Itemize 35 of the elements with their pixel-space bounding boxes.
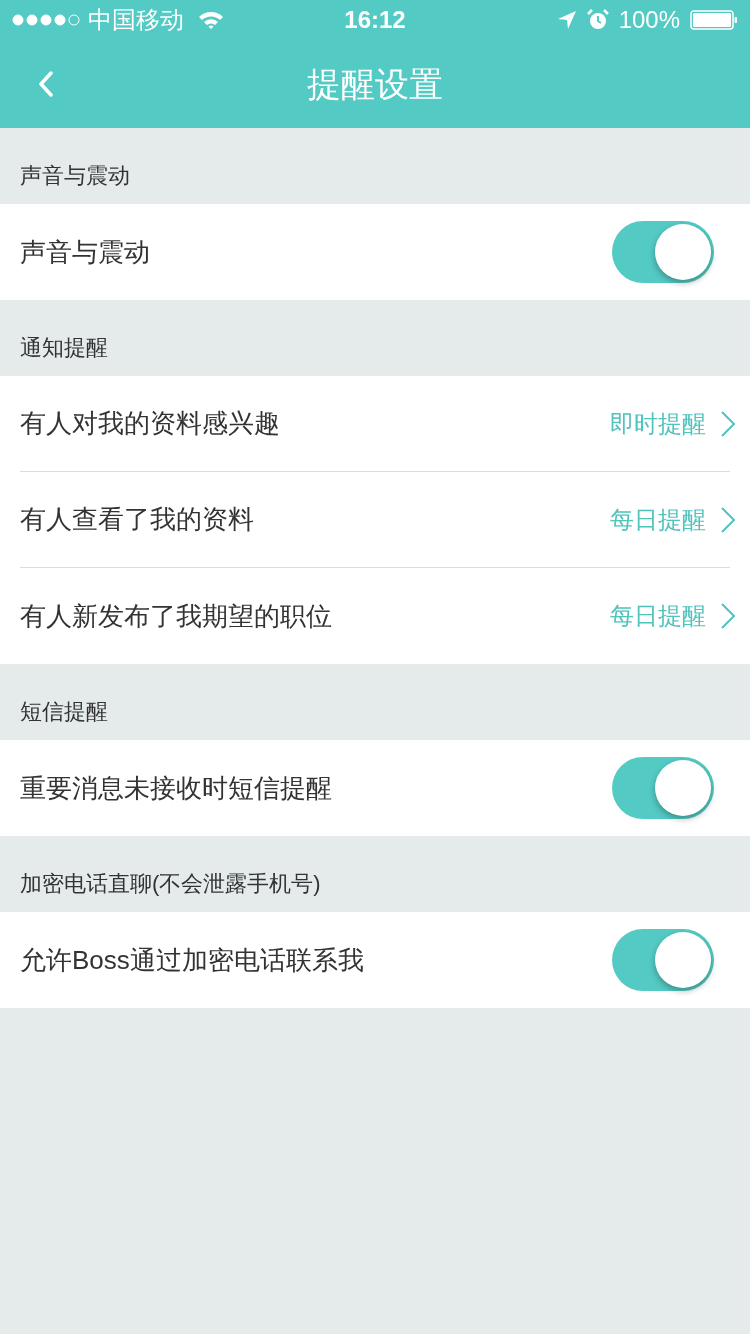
battery-icon (690, 10, 738, 30)
signal-strength-icon (12, 14, 80, 26)
chevron-right-icon (720, 505, 736, 534)
location-arrow-icon (556, 10, 577, 30)
row-label: 允许Boss通过加密电话联系我 (20, 943, 364, 977)
toggle-knob (655, 932, 711, 988)
row-value: 每日提醒 (610, 601, 706, 631)
settings-row[interactable]: 有人新发布了我期望的职位 每日提醒 (0, 568, 750, 664)
toggle-knob (655, 760, 711, 816)
wifi-icon (198, 10, 224, 30)
row-label: 有人新发布了我期望的职位 (20, 599, 332, 633)
toggle-switch[interactable] (612, 929, 714, 991)
page-title: 提醒设置 (307, 63, 443, 105)
row-label: 有人查看了我的资料 (20, 503, 254, 536)
toggle-switch[interactable] (612, 221, 714, 283)
toggle-switch[interactable] (612, 757, 714, 819)
section-header: 短信提醒 (20, 698, 108, 726)
row-label: 声音与震动 (20, 235, 150, 269)
section-header: 声音与震动 (20, 162, 130, 190)
settings-row[interactable]: 有人对我的资料感兴趣 即时提醒 (0, 376, 750, 472)
row-label: 有人对我的资料感兴趣 (20, 407, 280, 440)
settings-row[interactable]: 有人查看了我的资料 每日提醒 (0, 472, 750, 568)
row-value: 每日提醒 (610, 504, 706, 535)
section-header: 加密电话直聊(不会泄露手机号) (20, 870, 321, 898)
toggle-knob (655, 224, 711, 280)
status-time: 16:12 (344, 5, 406, 35)
chevron-right-icon (720, 602, 736, 630)
section-header: 通知提醒 (20, 334, 108, 362)
row-label: 重要消息未接收时短信提醒 (20, 771, 332, 805)
carrier-name: 中国移动 (88, 5, 184, 35)
battery-percentage: 100% (618, 5, 680, 35)
back-icon (38, 71, 54, 97)
chevron-right-icon (720, 409, 736, 438)
alarm-clock-icon (586, 9, 609, 31)
row-value: 即时提醒 (610, 408, 706, 439)
